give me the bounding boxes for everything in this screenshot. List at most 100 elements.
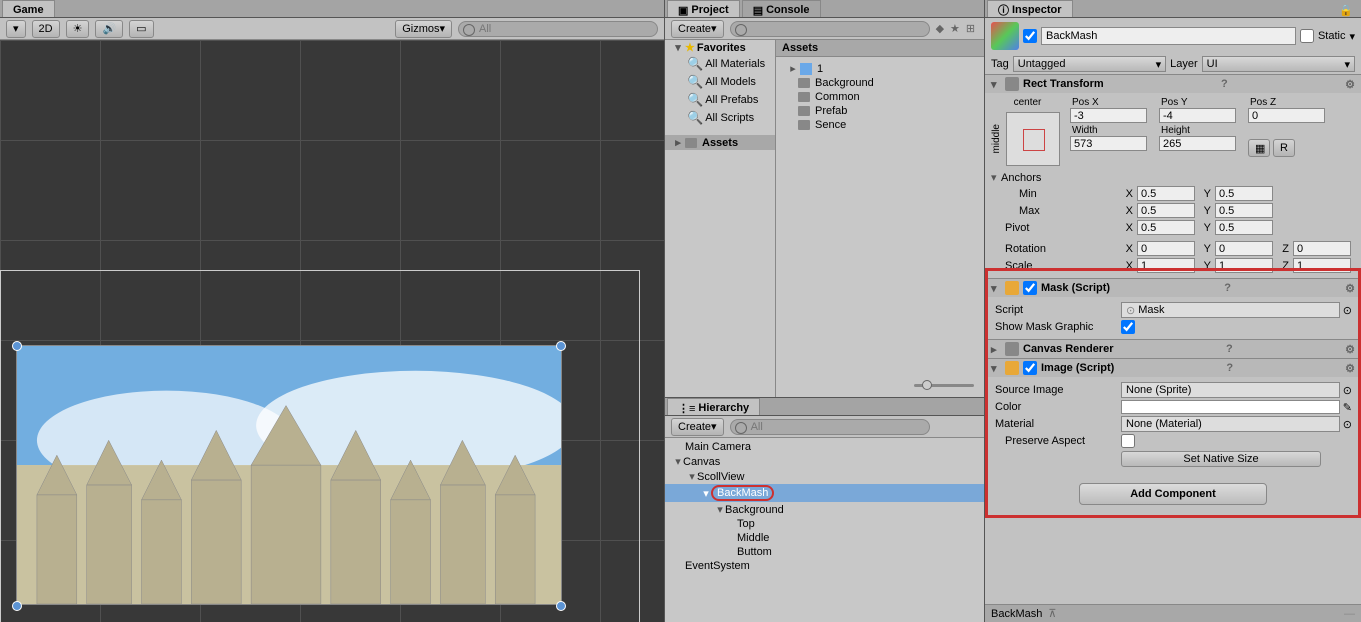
blueprint-mode-button[interactable]: ▦ xyxy=(1248,139,1270,157)
help-icon[interactable]: ? xyxy=(1221,78,1228,90)
material-field[interactable]: None (Material) xyxy=(1121,416,1340,432)
preview-footer[interactable]: BackMash ⊼ — xyxy=(985,604,1361,622)
rot-z[interactable] xyxy=(1293,241,1351,256)
fav-all-models[interactable]: 🔍All Models xyxy=(665,73,775,91)
audio-icon[interactable]: 🔊 xyxy=(95,20,123,38)
hierarchy-top[interactable]: Top xyxy=(665,517,984,531)
static-dropdown[interactable]: ▾ xyxy=(1349,30,1355,43)
asset-prefab[interactable]: Prefab xyxy=(780,104,980,118)
anchor-max-x[interactable] xyxy=(1137,203,1195,218)
fav-all-scripts[interactable]: 🔍All Scripts xyxy=(665,109,775,127)
create-button[interactable]: Create ▾ xyxy=(671,20,724,38)
image-header[interactable]: ▾ Image (Script) ?⚙ xyxy=(985,358,1361,377)
rect-transform-header[interactable]: ▾ Rect Transform ?⚙ xyxy=(985,74,1361,93)
game-tab[interactable]: Game xyxy=(2,0,55,17)
scale-y[interactable] xyxy=(1215,258,1273,273)
width-input[interactable] xyxy=(1070,136,1147,151)
filter-icon[interactable]: ◆ xyxy=(936,22,944,35)
scene-view[interactable] xyxy=(0,40,664,622)
handle-bl[interactable] xyxy=(12,601,22,611)
gear-icon[interactable]: ⚙ xyxy=(1345,78,1355,91)
assets-grid[interactable]: Assets ▸1 Background Common Prefab Sence xyxy=(775,40,984,397)
handle-br[interactable] xyxy=(556,601,566,611)
scene-search-input[interactable]: All xyxy=(458,21,658,37)
source-image-field[interactable]: None (Sprite) xyxy=(1121,382,1340,398)
project-tab[interactable]: ▣Project xyxy=(667,0,740,17)
set-native-size-button[interactable]: Set Native Size xyxy=(1121,451,1321,467)
layer-dropdown[interactable]: UI▾ xyxy=(1202,56,1355,72)
gameobject-name-input[interactable] xyxy=(1041,27,1296,45)
scale-x[interactable] xyxy=(1137,258,1195,273)
mode-2d-button[interactable]: 2D xyxy=(32,20,60,38)
handle-tr[interactable] xyxy=(556,341,566,351)
asset-sence[interactable]: Sence xyxy=(780,118,980,132)
pos-y-input[interactable] xyxy=(1159,108,1236,123)
canvas-renderer-header[interactable]: ▸ Canvas Renderer ?⚙ xyxy=(985,339,1361,358)
raw-edit-button[interactable]: R xyxy=(1273,139,1295,157)
hierarchy-canvas[interactable]: ▾Canvas xyxy=(665,454,984,469)
hierarchy-background[interactable]: ▾Background xyxy=(665,502,984,517)
hierarchy-tab[interactable]: ⋮≡Hierarchy xyxy=(667,398,760,415)
inspector-tab[interactable]: ⓘInspector xyxy=(987,0,1073,17)
hierarchy-create-button[interactable]: Create ▾ xyxy=(671,418,724,436)
image-enabled-checkbox[interactable] xyxy=(1023,361,1037,375)
asset-common[interactable]: Common xyxy=(780,90,980,104)
hierarchy-tree[interactable]: Main Camera ▾Canvas ▾ScollView ▾BackMash… xyxy=(665,438,984,622)
pin-icon[interactable]: ⊼ xyxy=(1048,607,1056,620)
help-icon[interactable]: ? xyxy=(1226,343,1233,355)
pivot-x[interactable] xyxy=(1137,220,1195,235)
help-icon[interactable]: ? xyxy=(1224,282,1231,294)
anchor-max-y[interactable] xyxy=(1215,203,1273,218)
pos-z-input[interactable] xyxy=(1248,108,1325,123)
mask-header[interactable]: ▾ Mask (Script) ?⚙ xyxy=(985,278,1361,297)
filter-icon-2[interactable]: ★ xyxy=(950,22,960,35)
rot-x[interactable] xyxy=(1137,241,1195,256)
hierarchy-eventsystem[interactable]: EventSystem xyxy=(665,559,984,573)
help-icon[interactable]: ? xyxy=(1226,362,1233,374)
gear-icon[interactable]: ⚙ xyxy=(1345,343,1355,356)
mask-enabled-checkbox[interactable] xyxy=(1023,281,1037,295)
hierarchy-scollview[interactable]: ▾ScollView xyxy=(665,469,984,484)
project-search-input[interactable] xyxy=(730,21,930,37)
eyedropper-icon[interactable]: ✎ xyxy=(1343,401,1352,414)
anchor-min-x[interactable] xyxy=(1137,186,1195,201)
static-checkbox[interactable] xyxy=(1300,29,1314,43)
script-field[interactable]: ⊙Mask xyxy=(1121,302,1340,318)
gameobject-active-checkbox[interactable] xyxy=(1023,29,1037,43)
light-icon[interactable]: ☀ xyxy=(66,20,90,38)
color-field[interactable] xyxy=(1121,400,1340,414)
hierarchy-search-input[interactable]: All xyxy=(730,419,930,435)
hierarchy-main-camera[interactable]: Main Camera xyxy=(665,440,984,454)
dropdown-shaded[interactable]: ▾ xyxy=(6,20,26,38)
scale-z[interactable] xyxy=(1293,258,1351,273)
assets-root[interactable]: ▸Assets xyxy=(665,135,775,150)
hierarchy-backmash[interactable]: ▾BackMash xyxy=(665,484,984,502)
show-mask-graphic-checkbox[interactable] xyxy=(1121,320,1135,334)
project-tree[interactable]: ▾★Favorites 🔍All Materials 🔍All Models 🔍… xyxy=(665,40,775,397)
anchor-min-y[interactable] xyxy=(1215,186,1273,201)
rot-y[interactable] xyxy=(1215,241,1273,256)
hierarchy-middle[interactable]: Middle xyxy=(665,531,984,545)
selected-rect[interactable] xyxy=(16,345,562,605)
pos-x-input[interactable] xyxy=(1070,108,1147,123)
gear-icon[interactable]: ⚙ xyxy=(1345,282,1355,295)
asset-background[interactable]: Background xyxy=(780,76,980,90)
fav-all-prefabs[interactable]: 🔍All Prefabs xyxy=(665,91,775,109)
thumbnail-size-slider[interactable] xyxy=(914,379,974,391)
pivot-y[interactable] xyxy=(1215,220,1273,235)
anchor-preset-button[interactable] xyxy=(1006,112,1060,166)
add-component-button[interactable]: Add Component xyxy=(1079,483,1267,505)
hierarchy-buttom[interactable]: Buttom xyxy=(665,545,984,559)
asset-1[interactable]: ▸1 xyxy=(780,61,980,76)
fx-icon[interactable]: ▭ xyxy=(129,20,153,38)
height-input[interactable] xyxy=(1159,136,1236,151)
preserve-aspect-checkbox[interactable] xyxy=(1121,434,1135,448)
console-tab[interactable]: ▤Console xyxy=(742,0,821,17)
handle-tl[interactable] xyxy=(12,341,22,351)
assets-breadcrumb[interactable]: Assets xyxy=(776,40,984,57)
tag-dropdown[interactable]: Untagged▾ xyxy=(1013,56,1166,72)
gizmos-button[interactable]: Gizmos ▾ xyxy=(395,20,452,38)
save-search-icon[interactable]: ⊞ xyxy=(966,22,975,35)
favorites-header[interactable]: ▾★Favorites xyxy=(665,40,775,55)
lock-icon[interactable]: 🔒 xyxy=(1339,4,1353,17)
